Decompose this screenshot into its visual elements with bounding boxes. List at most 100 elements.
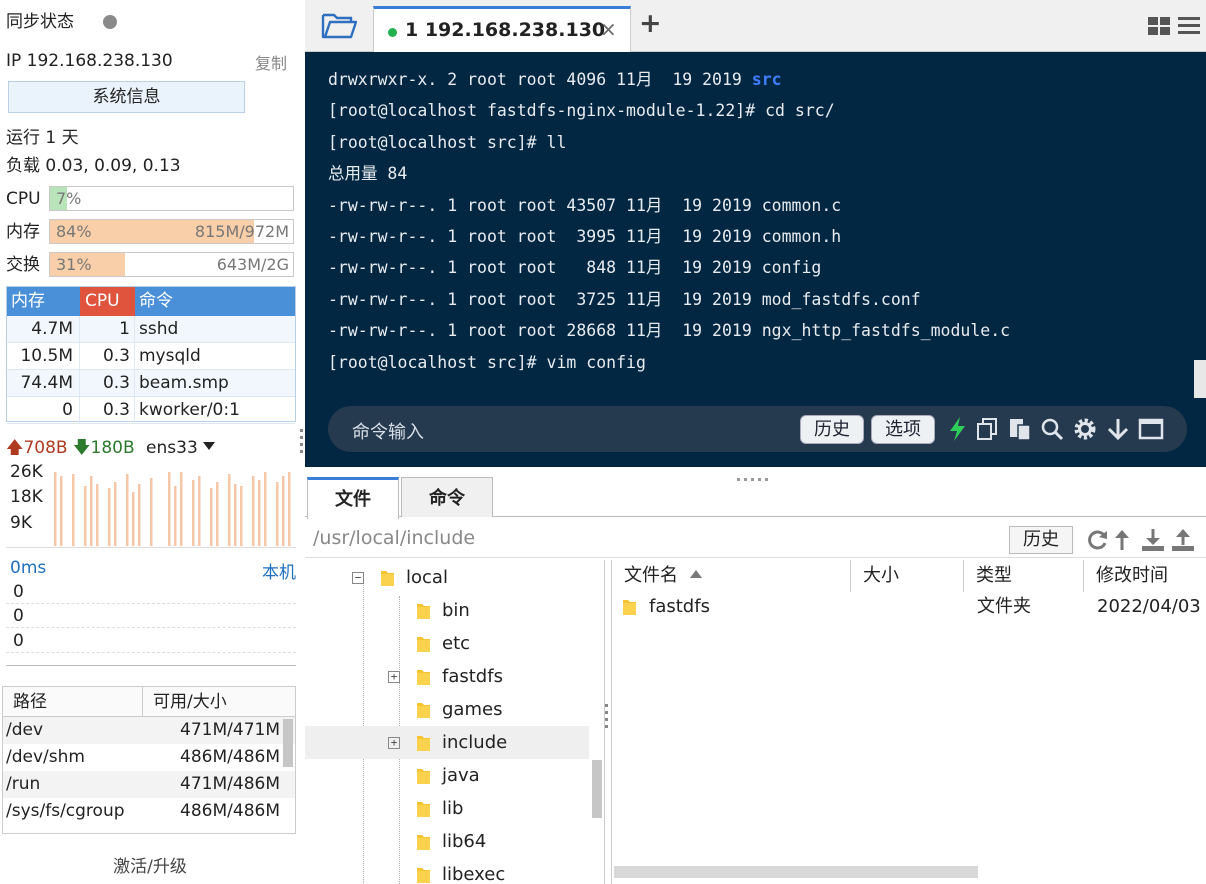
grid-layout-icon[interactable] (1147, 15, 1171, 37)
upload-icon[interactable] (1171, 528, 1195, 552)
terminal-line-text: -rw-rw-r--. 1 root root 848 11月 19 2019 … (328, 258, 822, 278)
command-input-bar: 命令输入 历史 选项 (328, 406, 1187, 452)
file-list-scrollbar[interactable] (614, 866, 978, 878)
status-sidebar: 同步状态 IP 192.168.238.130 复制 系统信息 运行 1 天 负… (0, 0, 303, 884)
folder-icon (417, 637, 430, 652)
disk-row[interactable]: /dev 471M/471M (3, 717, 295, 744)
activate-upgrade-link[interactable]: 激活/升级 (0, 852, 300, 877)
column-header-size[interactable]: 大小 (850, 560, 963, 592)
paste-icon[interactable] (1007, 416, 1033, 442)
traffic-bar (180, 472, 183, 546)
terminal-line: drwxrwxr-x. 2 root root 4096 11月 19 2019… (328, 69, 782, 91)
column-header-cpu[interactable]: CPU (80, 287, 135, 316)
column-header-type[interactable]: 类型 (963, 560, 1083, 592)
copy-icon[interactable] (975, 416, 1001, 442)
terminal-output[interactable]: drwxrwxr-x. 2 root root 4096 11月 19 2019… (305, 52, 1206, 467)
folder-icon (417, 703, 430, 718)
latency-host-link[interactable]: 本机 (262, 558, 296, 583)
disk-table-scrollbar[interactable] (283, 719, 293, 767)
column-header-filename[interactable]: 文件名 (612, 560, 850, 592)
download-icon[interactable] (1141, 528, 1165, 552)
arrow-down-icon[interactable] (1105, 416, 1131, 442)
tree-item-label: bin (442, 600, 470, 621)
disk-row[interactable]: /dev/shm 486M/486M (3, 744, 295, 771)
tree-item-fastdfs[interactable]: + fastdfs (305, 660, 589, 693)
traffic-bar (96, 484, 99, 546)
process-table: 内存 CPU 命令 4.7M 1 sshd 10.5M 0.3 mysqld 74.4M 0.… (6, 286, 296, 424)
hamburger-menu-icon[interactable] (1177, 15, 1201, 37)
copy-ip-button[interactable]: 复制 (255, 50, 287, 74)
column-header-available-size[interactable]: 可用/大小 (143, 687, 295, 716)
traffic-bar (132, 492, 135, 546)
tree-item-lib64[interactable]: lib64 (305, 825, 589, 858)
terminal-line-text: [root@localhost src]# ll (328, 132, 567, 152)
process-row[interactable]: 10.5M 0.3 mysqld (7, 343, 295, 370)
refresh-icon[interactable] (1085, 528, 1109, 552)
connected-status-dot (388, 28, 397, 37)
tree-item-local[interactable]: − local (305, 561, 589, 594)
fullscreen-icon[interactable] (1138, 416, 1164, 442)
tree-item-etc[interactable]: etc (305, 627, 589, 660)
network-interface-select[interactable]: ens33 (146, 438, 215, 458)
folder-icon (417, 670, 430, 685)
terminal-scrollbar[interactable] (1194, 360, 1206, 398)
column-header-path[interactable]: 路径 (3, 687, 143, 716)
folder-icon (623, 600, 636, 615)
host-ip: IP 192.168.238.130 (6, 51, 173, 71)
file-list-header: 文件名 大小 类型 修改时间 (612, 560, 1206, 592)
disk-size: 471M/486M (180, 774, 280, 794)
path-history-button[interactable]: 历史 (1009, 526, 1073, 554)
search-icon[interactable] (1039, 416, 1065, 442)
terminal-session-tab[interactable]: 1 192.168.238.130 × (373, 6, 631, 52)
traffic-bar (60, 476, 63, 546)
process-table-header: 内存 CPU 命令 (7, 287, 295, 316)
traffic-bar (228, 474, 231, 546)
disk-path: /sys/fs/cgroup (6, 801, 125, 821)
collapse-icon[interactable]: − (352, 572, 364, 584)
add-tab-button[interactable]: + (639, 8, 662, 39)
expand-icon[interactable]: + (388, 671, 400, 683)
gear-icon[interactable] (1072, 416, 1098, 442)
traffic-bar (282, 476, 285, 546)
tree-item-bin[interactable]: bin (305, 594, 589, 627)
process-row[interactable]: 0 0.3 kworker/0:1 (7, 397, 295, 424)
tree-item-include[interactable]: + include (305, 726, 589, 759)
file-row[interactable]: fastdfs 文件夹 2022/04/03 (612, 592, 1206, 622)
lightning-icon[interactable] (945, 416, 971, 442)
expand-icon[interactable]: + (388, 737, 400, 749)
disk-row[interactable]: /run 471M/486M (3, 771, 295, 798)
column-header-command[interactable]: 命令 (135, 287, 295, 316)
process-row[interactable]: 4.7M 1 sshd (7, 316, 295, 343)
tree-resize-handle[interactable] (604, 700, 608, 736)
parent-directory-icon[interactable] (1113, 528, 1137, 552)
folder-icon (417, 868, 430, 883)
panel-resize-handle[interactable] (735, 467, 775, 481)
tab-files[interactable]: 文件 (307, 477, 399, 519)
tab-commands[interactable]: 命令 (401, 477, 493, 517)
column-header-memory[interactable]: 内存 (7, 287, 80, 316)
command-history-button[interactable]: 历史 (800, 415, 864, 444)
process-row[interactable]: 74.4M 0.3 beam.smp (7, 370, 295, 397)
folder-open-icon (321, 13, 358, 39)
disk-row[interactable]: /sys/fs/cgroup 486M/486M (3, 798, 295, 825)
terminal-highlight-text: src (751, 70, 782, 89)
column-header-modified[interactable]: 修改时间 (1083, 560, 1206, 592)
path-input[interactable] (309, 522, 1003, 554)
tree-item-lib[interactable]: lib (305, 792, 589, 825)
tree-item-libexec[interactable]: libexec (305, 858, 589, 884)
disk-table: 路径 可用/大小 /dev 471M/471M/dev/shm 486M/486M /… (2, 686, 296, 834)
command-options-button[interactable]: 选项 (871, 415, 935, 444)
command-input[interactable]: 命令输入 (352, 418, 424, 444)
system-info-button[interactable]: 系统信息 (8, 81, 245, 113)
open-folder-button[interactable] (321, 11, 358, 41)
close-tab-icon[interactable]: × (600, 17, 617, 41)
tree-item-java[interactable]: java (305, 759, 589, 792)
directory-tree-scrollbar[interactable] (592, 760, 602, 818)
tree-item-games[interactable]: games (305, 693, 589, 726)
disk-size: 486M/486M (180, 747, 280, 767)
file-modified: 2022/04/03 (1097, 596, 1201, 617)
disk-path: /dev (6, 720, 44, 740)
session-tab-title: 1 192.168.238.130 (405, 19, 606, 41)
sidebar-resize-handle[interactable] (299, 425, 303, 465)
file-list: 文件名 大小 类型 修改时间 fastdfs 文件夹 2022/04/03 (611, 560, 1206, 884)
